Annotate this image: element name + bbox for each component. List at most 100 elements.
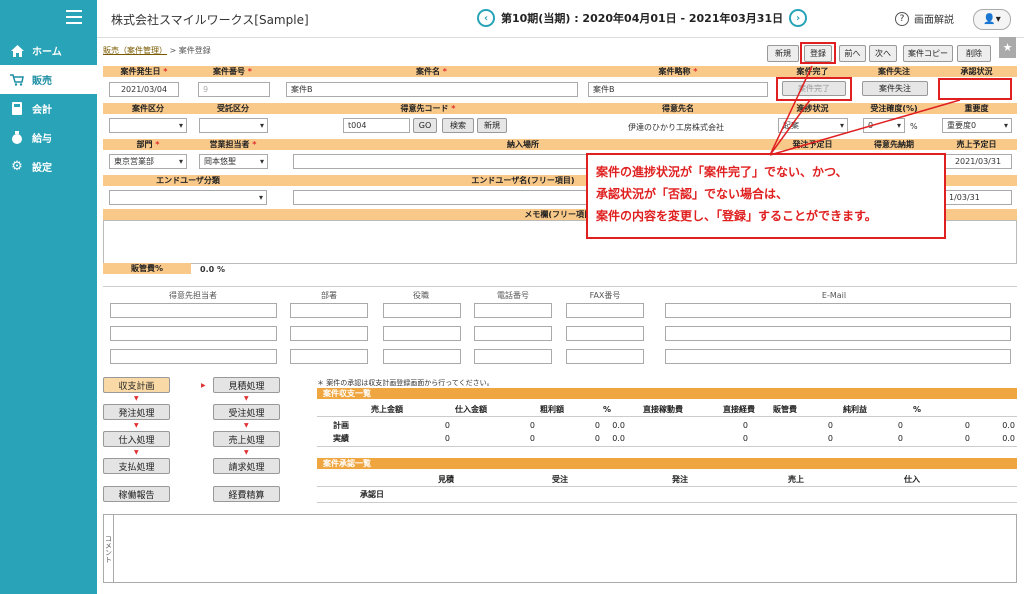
header-sga: 販管費% — [103, 263, 191, 274]
balance-row-label: 実績 — [333, 434, 349, 443]
work-report-button[interactable]: 稼働報告 — [103, 486, 170, 502]
delivery-field[interactable] — [293, 154, 588, 169]
rep-select[interactable]: 岡本悠聖 — [199, 154, 268, 169]
balance-cell: 0 — [897, 421, 903, 430]
balance-header: 直接経費 — [723, 405, 755, 414]
sidebar-item-payroll[interactable]: 給与 — [0, 123, 97, 152]
prev-period-icon[interactable]: ‹ — [477, 9, 495, 27]
balance-header: 仕入金額 — [455, 405, 487, 414]
balance-header: % — [913, 405, 922, 414]
search-button[interactable]: 検索 — [442, 118, 474, 133]
dept-select[interactable]: 東京営業部 — [109, 154, 187, 169]
highlight-done — [776, 77, 852, 101]
next-button[interactable]: 次へ — [869, 45, 897, 62]
help-link[interactable]: ? 画面解説 — [895, 11, 954, 26]
callout-line-3: 案件の内容を変更し、「登録」することができます。 — [596, 209, 877, 223]
salesdue-field[interactable]: 2021/03/31 — [944, 154, 1012, 169]
new-button[interactable]: 新規 — [767, 45, 799, 62]
case-lost-button[interactable]: 案件失注 — [862, 81, 928, 96]
plan-button[interactable]: 収支計画 — [103, 377, 170, 393]
approval-divider — [317, 486, 1017, 487]
callout-line-1: 案件の進捗状況が「案件完了」でない、かつ、 — [596, 165, 848, 179]
expense-button[interactable]: 経費精算 — [213, 486, 280, 502]
header-salesdue: 売上予定日 — [936, 139, 1017, 150]
purchase-button[interactable]: 仕入処理 — [103, 431, 170, 447]
contact-field[interactable] — [474, 349, 552, 364]
help-label: 画面解説 — [914, 15, 954, 26]
progress-select[interactable]: 起案 — [778, 118, 848, 133]
balance-header: 販管費 — [773, 405, 797, 414]
sidebar-item-settings[interactable]: ⚙ 設定 — [0, 152, 97, 181]
prev-button[interactable]: 前へ — [839, 45, 866, 62]
contact-field[interactable] — [110, 303, 277, 318]
header-approval: 承認状況 — [936, 66, 1017, 77]
jutaku-select[interactable] — [199, 118, 268, 133]
custcode-field[interactable]: t004 — [343, 118, 410, 133]
balance-title: 案件収支一覧 — [317, 388, 1017, 399]
contact-header: 部署 — [321, 291, 337, 300]
sidebar-item-accounting[interactable]: 会計 — [0, 94, 97, 123]
calculator-icon — [10, 102, 24, 116]
receive-order-button[interactable]: 受注処理 — [213, 404, 280, 420]
sidebar-item-sales[interactable]: 販売 — [0, 65, 97, 94]
header-importance: 重要度 — [936, 103, 1017, 114]
header-custname: 得意先名 — [583, 103, 773, 114]
delete-button[interactable]: 削除 — [957, 45, 991, 62]
order-button[interactable]: 発注処理 — [103, 404, 170, 420]
sidebar-item-home[interactable]: ホーム — [0, 36, 97, 65]
contact-field[interactable] — [110, 349, 277, 364]
contact-field[interactable] — [383, 349, 461, 364]
contact-field[interactable] — [665, 349, 1011, 364]
breadcrumb-sep: > — [169, 46, 177, 55]
star-icon[interactable]: ★ — [999, 37, 1016, 58]
comment-textarea[interactable]: コメント — [103, 514, 1017, 583]
sales-button[interactable]: 売上処理 — [213, 431, 280, 447]
contact-field[interactable] — [110, 326, 277, 341]
contact-field[interactable] — [566, 326, 644, 341]
header-prob: 受注確度(%) — [852, 103, 936, 114]
user-menu-button[interactable]: 👤▾ — [973, 9, 1011, 30]
payment-button[interactable]: 支払処理 — [103, 458, 170, 474]
billing-button[interactable]: 請求処理 — [213, 458, 280, 474]
next-period-icon[interactable]: › — [789, 9, 808, 27]
balance-cell: 0 — [827, 421, 833, 430]
moneybag-icon — [10, 131, 24, 145]
case-abbr-field[interactable]: 案件B — [588, 82, 768, 97]
prob-select[interactable]: 0 — [863, 118, 905, 133]
sidebar-item-label: ホーム — [32, 47, 62, 58]
contact-field[interactable] — [383, 303, 461, 318]
balance-cell: 0 — [529, 434, 535, 443]
copy-button[interactable]: 案件コピー — [903, 45, 953, 62]
estimate-button[interactable]: 見積処理 — [213, 377, 280, 393]
enduser-select[interactable] — [109, 190, 267, 205]
sidebar-item-label: 給与 — [32, 134, 52, 145]
menu-icon[interactable] — [66, 10, 82, 24]
contacts-top-border — [103, 286, 1017, 287]
header-done: 案件完了 — [773, 66, 852, 77]
kubun-select[interactable] — [109, 118, 187, 133]
header-blank — [936, 175, 1017, 186]
breadcrumb-parent[interactable]: 販売（案件管理） — [103, 46, 167, 55]
contact-field[interactable] — [290, 349, 368, 364]
balance-row-label: 計画 — [333, 421, 349, 430]
balance-header: 純利益 — [843, 405, 867, 414]
contact-field[interactable] — [290, 303, 368, 318]
contact-field[interactable] — [665, 326, 1011, 341]
highlight-approval — [938, 78, 1012, 100]
contact-field[interactable] — [474, 326, 552, 341]
contact-field[interactable] — [383, 326, 461, 341]
contact-field[interactable] — [566, 349, 644, 364]
date-field[interactable]: 2021/03/04 — [109, 82, 179, 97]
new-customer-button[interactable]: 新規 — [477, 118, 507, 133]
callout-line-2: 承認状況が「否認」でない場合は、 — [596, 187, 789, 201]
go-button[interactable]: GO — [413, 118, 437, 133]
header-no: 案件番号 * — [185, 66, 280, 77]
contact-field[interactable] — [566, 303, 644, 318]
contact-field[interactable] — [665, 303, 1011, 318]
due2-field[interactable]: 1/03/31 — [944, 190, 1012, 205]
contact-field[interactable] — [290, 326, 368, 341]
case-name-field[interactable]: 案件B — [286, 82, 578, 97]
importance-select[interactable]: 重要度0 — [942, 118, 1012, 133]
contact-field[interactable] — [474, 303, 552, 318]
enduserfree-field[interactable] — [293, 190, 588, 205]
